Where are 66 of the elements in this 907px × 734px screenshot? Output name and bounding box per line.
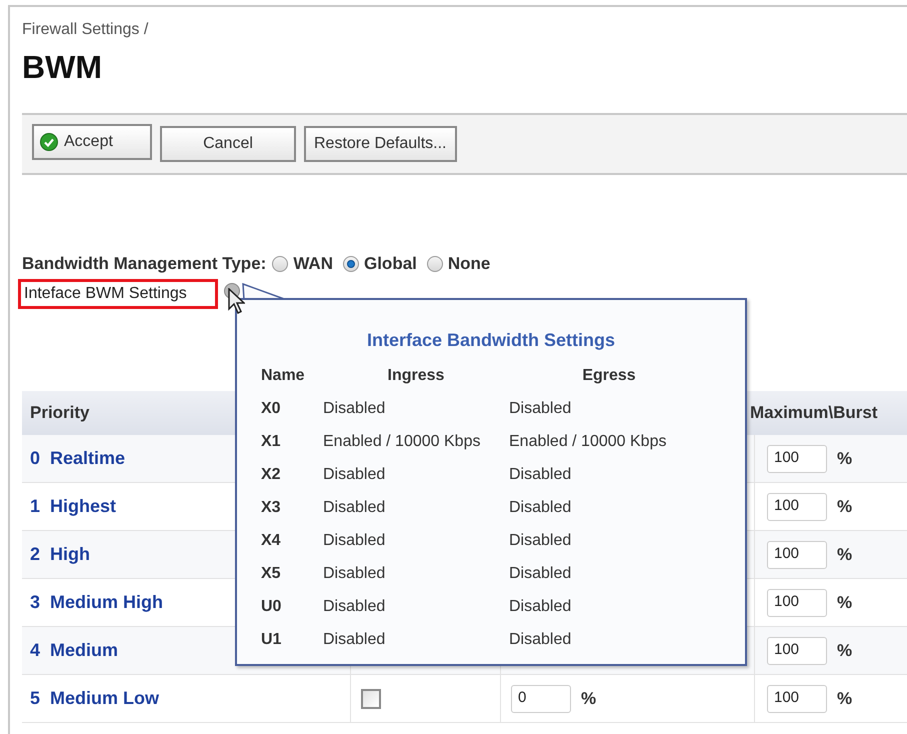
interface-name: X3 [261,498,282,518]
egress-value: Disabled [509,398,572,418]
maximum-input[interactable]: 100 [767,636,827,664]
priority-label: 2 High [30,544,90,564]
ingress-value: Disabled [323,464,386,484]
percent-unit: % [837,448,852,470]
column-header: Maximum\Burst [750,402,878,424]
maximum-input[interactable]: 100 [767,444,827,472]
percent-unit: % [837,592,852,614]
priority-label: 1 Highest [30,496,116,516]
interface-name: X0 [261,398,282,418]
percent-unit: % [837,640,852,662]
maximum-input[interactable]: 100 [767,492,827,520]
interface-name: X2 [261,464,282,484]
interface-name: X5 [261,564,282,584]
mouse-pointer-icon [228,288,245,314]
ingress-value: Enabled / 10000 Kbps [323,432,482,452]
maximum-input[interactable]: 100 [767,588,827,616]
column-header: Priority [30,403,90,422]
interface-name: X4 [261,530,282,550]
percent-unit: % [581,688,596,710]
ingress-value: Disabled [323,498,386,518]
radio-label[interactable]: None [448,251,490,277]
settings-link[interactable]: Inteface BWM Settings [18,279,218,309]
interface-name: U0 [261,596,282,616]
egress-value: Disabled [509,530,572,550]
priority-label: 3 Medium High [30,592,164,612]
ingress-value: Disabled [323,630,386,650]
interface-name: U1 [261,630,282,650]
popup-column-header: Name [261,366,306,386]
toolbar-button[interactable]: Cancel [160,126,296,162]
percent-unit: % [837,688,852,710]
field-label: Bandwidth Management Type: [22,253,266,276]
radio-button[interactable] [342,256,359,272]
page-title: BWM [22,48,103,87]
popup-column-header: Egress [581,366,637,386]
ingress-value: Disabled [323,564,386,584]
radio-button[interactable] [426,256,443,272]
check-icon [40,133,58,151]
egress-value: Disabled [509,596,572,616]
priority-label: 5 Medium Low [30,688,160,708]
breadcrumb: Firewall Settings / [22,20,150,40]
egress-value: Disabled [509,630,572,650]
radio-label[interactable]: Global [364,251,417,277]
egress-value: Disabled [509,498,572,518]
toolbar-button[interactable]: Restore Defaults... [304,126,456,162]
maximum-input[interactable]: 100 [767,684,827,712]
popup-title: Interface Bandwidth Settings [366,329,616,352]
ingress-value: Disabled [323,596,386,616]
percent-unit: % [837,544,852,566]
radio-label[interactable]: WAN [293,251,333,277]
maximum-input[interactable]: 100 [767,540,827,568]
percent-unit: % [837,496,852,518]
popup-column-header: Ingress [386,366,446,386]
radio-button[interactable] [272,256,288,272]
priority-label: 0 Realtime [30,448,126,468]
enable-checkbox[interactable] [361,688,381,708]
egress-value: Disabled [509,564,572,584]
ingress-value: Disabled [323,398,386,418]
interface-name: X1 [261,432,282,452]
egress-value: Enabled / 10000 Kbps [509,432,668,452]
guaranteed-input[interactable]: 0 [511,684,571,712]
ingress-value: Disabled [323,530,386,550]
priority-label: 4 Medium [30,640,118,660]
egress-value: Disabled [509,464,572,484]
accept-button[interactable]: Accept [32,124,152,160]
